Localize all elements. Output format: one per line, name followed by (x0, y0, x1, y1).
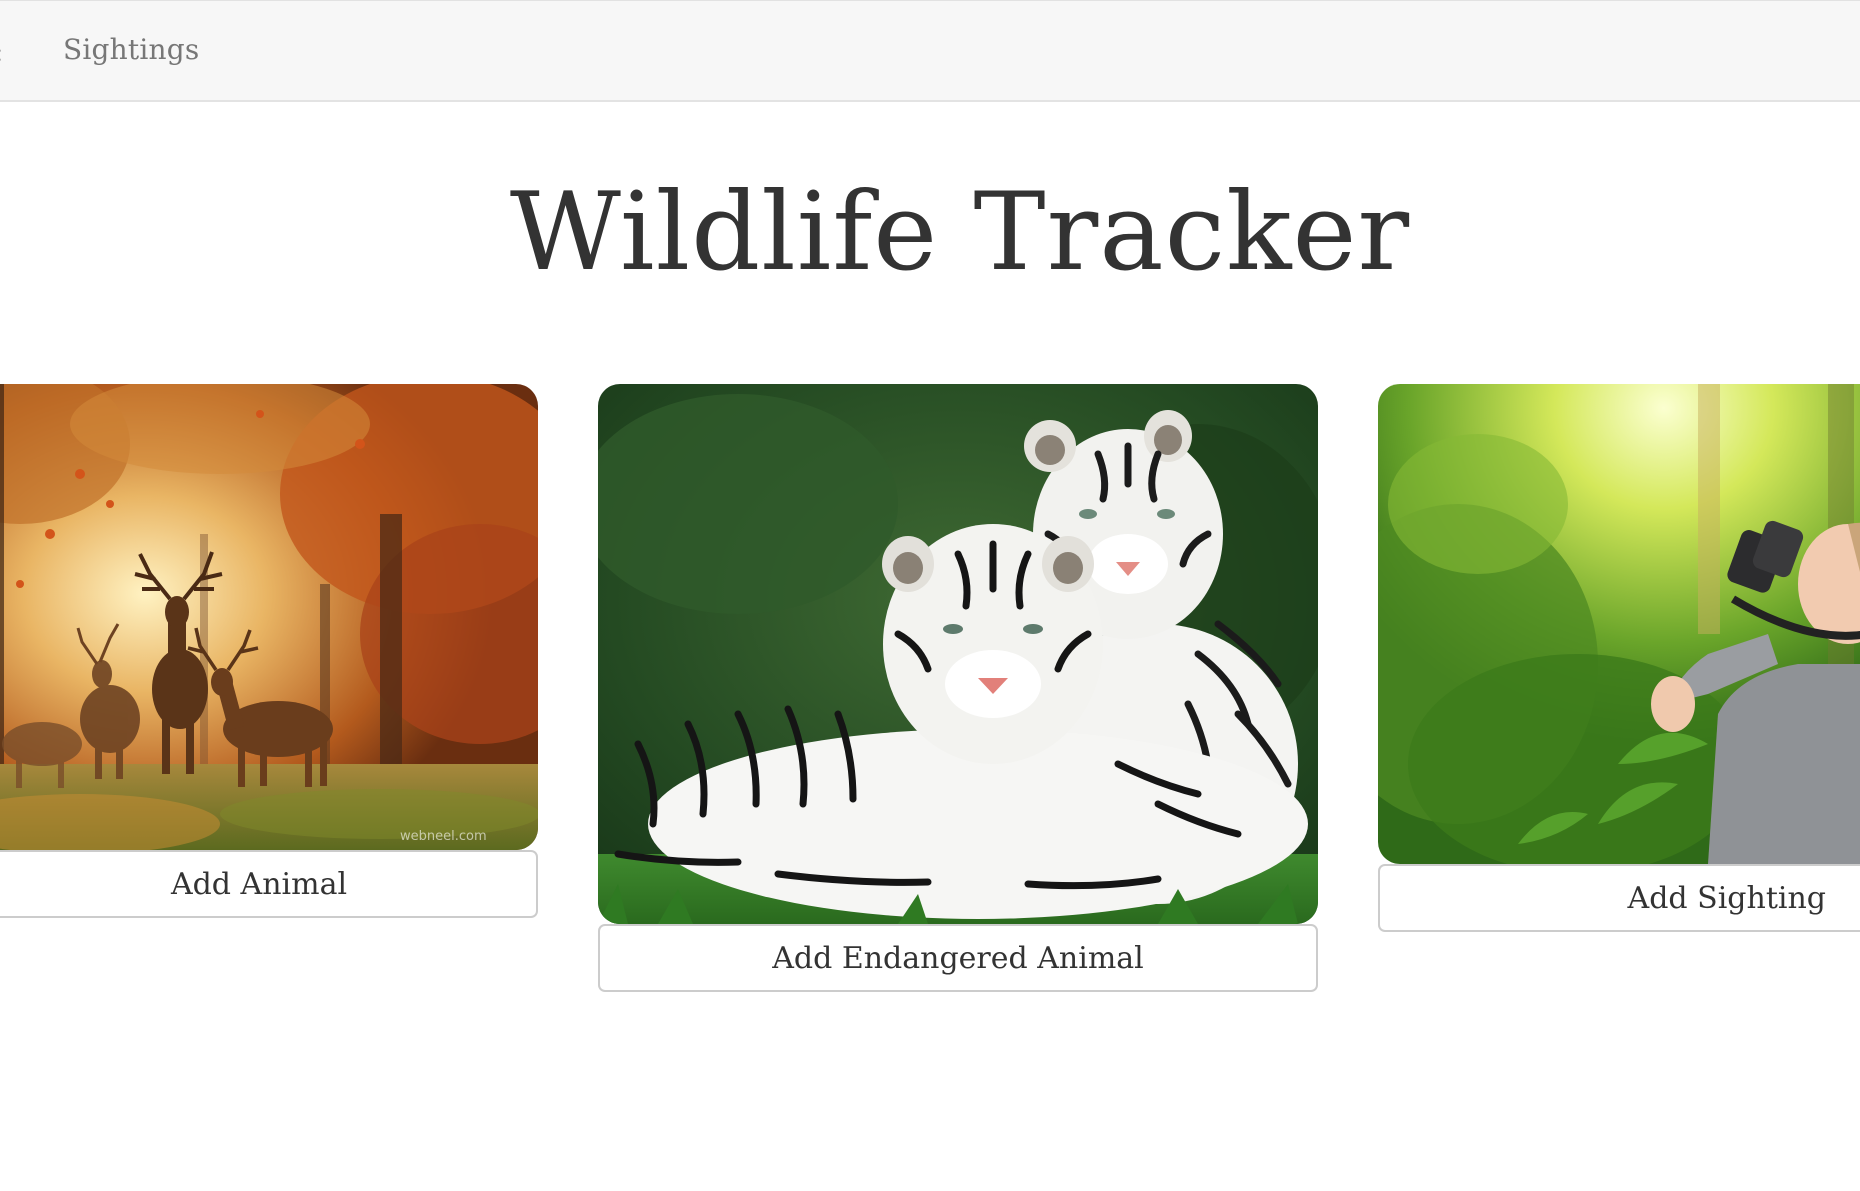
nav-link-partial[interactable]: : (0, 35, 3, 68)
navbar: : Sightings (0, 0, 1860, 102)
add-endangered-animal-label: Add Endangered Animal (772, 940, 1144, 976)
page-title: Wildlife Tracker (509, 170, 1411, 295)
tigers-image (598, 384, 1318, 924)
add-animal-label: Add Animal (170, 866, 348, 902)
add-endangered-animal-button[interactable]: Add Endangered Animal (598, 924, 1318, 992)
watermark-text: webneel.com (400, 829, 487, 844)
add-sighting-label: Add Sighting (1627, 880, 1826, 916)
deer-image: webneel.com (0, 384, 538, 850)
birdwatcher-image (1378, 384, 1860, 864)
add-animal-button[interactable]: Add Animal (0, 850, 538, 918)
nav-link-sightings[interactable]: Sightings (63, 33, 199, 66)
add-sighting-button[interactable]: Add Sighting (1378, 864, 1860, 932)
